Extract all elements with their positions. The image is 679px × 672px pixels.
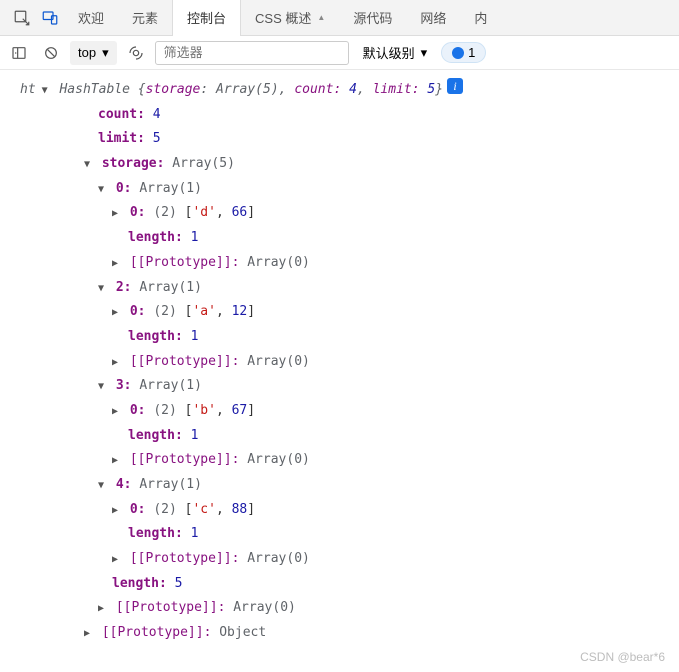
variable-name: ht [0, 78, 42, 103]
property-row[interactable]: length: 1 [0, 424, 679, 449]
property-row[interactable]: length: 1 [0, 226, 679, 251]
sidebar-toggle-icon[interactable] [6, 40, 32, 66]
live-expression-icon[interactable] [123, 40, 149, 66]
issue-dot-icon [452, 47, 464, 59]
context-selector[interactable]: top ▾ [70, 41, 117, 65]
property-row[interactable]: limit: 5 [0, 127, 679, 152]
expand-icon[interactable] [112, 498, 122, 523]
expand-icon[interactable] [98, 596, 108, 621]
expand-icon[interactable] [84, 152, 94, 177]
expand-icon[interactable] [112, 350, 122, 375]
tab-sources[interactable]: 源代码 [339, 0, 406, 36]
inspect-icon[interactable] [8, 4, 36, 32]
prototype-row[interactable]: [[Prototype]]: Array(0) [0, 547, 679, 572]
array-entry[interactable]: 2: Array(1) [0, 276, 679, 301]
tab-welcome[interactable]: 欢迎 [64, 0, 118, 36]
array-entry[interactable]: 0: (2) ['c', 88] [0, 498, 679, 523]
tab-label: CSS 概述 [255, 8, 311, 27]
tab-trailing[interactable]: 内 [460, 0, 501, 36]
level-label: 默认级别 [363, 43, 415, 62]
info-icon[interactable]: i [447, 78, 463, 94]
context-label: top [78, 45, 96, 60]
property-row[interactable]: length: 1 [0, 325, 679, 350]
expand-icon[interactable] [112, 251, 122, 276]
array-entry[interactable]: 4: Array(1) [0, 473, 679, 498]
issue-count: 1 [468, 45, 475, 60]
array-entry[interactable]: 0: (2) ['a', 12] [0, 300, 679, 325]
expand-icon[interactable] [98, 374, 108, 399]
devtools-tabs: 欢迎 元素 控制台 CSS 概述 ▲ 源代码 网络 内 [0, 0, 679, 36]
expand-icon[interactable] [98, 177, 108, 202]
property-row[interactable]: count: 4 [0, 103, 679, 128]
tab-network[interactable]: 网络 [406, 0, 460, 36]
issues-button[interactable]: 1 [441, 42, 486, 63]
caret-down-icon: ▾ [421, 45, 428, 61]
property-row[interactable]: storage: Array(5) [0, 152, 679, 177]
prototype-row[interactable]: [[Prototype]]: Array(0) [0, 596, 679, 621]
array-entry[interactable]: 0: (2) ['d', 66] [0, 201, 679, 226]
chevron-down-icon: ▲ [317, 13, 325, 22]
filter-input[interactable] [155, 41, 349, 65]
console-toolbar: top ▾ 默认级别 ▾ 1 [0, 36, 679, 70]
tab-elements[interactable]: 元素 [118, 0, 172, 36]
prototype-row[interactable]: [[Prototype]]: Object [0, 621, 679, 646]
array-entry[interactable]: 0: (2) ['b', 67] [0, 399, 679, 424]
watermark: CSDN @bear*6 [580, 650, 665, 664]
clear-console-icon[interactable] [38, 40, 64, 66]
expand-icon[interactable] [112, 300, 122, 325]
console-output: ht HashTable {storage: Array(5), count: … [0, 70, 679, 646]
expand-icon[interactable] [112, 448, 122, 473]
tab-css-overview[interactable]: CSS 概述 ▲ [241, 0, 339, 36]
array-entry[interactable]: 0: Array(1) [0, 177, 679, 202]
property-row[interactable]: length: 1 [0, 522, 679, 547]
expand-icon[interactable] [84, 621, 94, 646]
caret-down-icon: ▾ [102, 45, 109, 61]
expand-icon[interactable] [98, 276, 108, 301]
prototype-row[interactable]: [[Prototype]]: Array(0) [0, 448, 679, 473]
log-level-selector[interactable]: 默认级别 ▾ [355, 41, 436, 65]
expand-icon[interactable] [112, 399, 122, 424]
log-row[interactable]: ht HashTable {storage: Array(5), count: … [0, 78, 679, 103]
expand-icon[interactable] [98, 473, 108, 498]
expand-icon[interactable] [112, 201, 122, 226]
prototype-row[interactable]: [[Prototype]]: Array(0) [0, 350, 679, 375]
expand-icon[interactable] [42, 78, 52, 103]
device-toggle-icon[interactable] [36, 4, 64, 32]
tab-console[interactable]: 控制台 [172, 0, 241, 36]
expand-icon[interactable] [112, 547, 122, 572]
object-summary: HashTable {storage: Array(5), count: 4, … [52, 78, 443, 103]
property-row[interactable]: length: 5 [0, 572, 679, 597]
array-entry[interactable]: 3: Array(1) [0, 374, 679, 399]
prototype-row[interactable]: [[Prototype]]: Array(0) [0, 251, 679, 276]
